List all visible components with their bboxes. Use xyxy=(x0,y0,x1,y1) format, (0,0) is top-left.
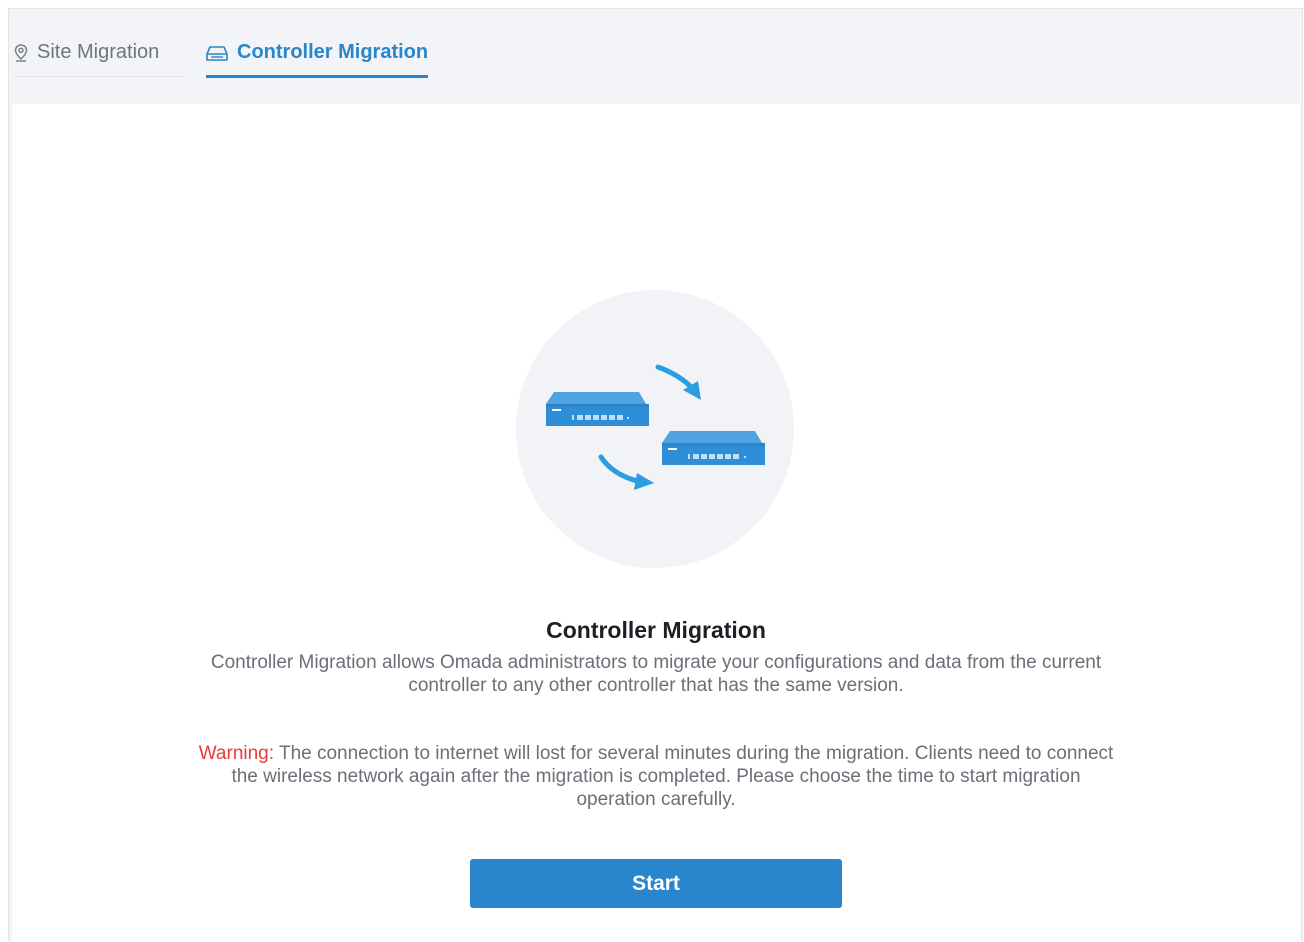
tab-divider xyxy=(14,76,186,77)
start-button[interactable]: Start xyxy=(470,859,842,908)
warning-text: The connection to internet will lost for… xyxy=(231,743,1114,810)
controller-device-icon xyxy=(206,44,228,68)
page-title: Controller Migration xyxy=(546,617,766,643)
controller-migration-illustration xyxy=(515,289,795,569)
description-text: Controller Migration allows Omada admini… xyxy=(210,652,1102,696)
tab-bar: Site Migration Controller Migration xyxy=(9,9,1302,104)
tab-controller-migration-label: Controller Migration xyxy=(237,41,429,63)
warning-message: Warning: The connection to internet will… xyxy=(192,742,1120,811)
tab-site-migration-label: Site Migration xyxy=(37,41,160,63)
tab-site-migration[interactable]: Site Migration xyxy=(14,41,159,79)
location-pin-icon xyxy=(14,44,28,68)
warning-label: Warning: xyxy=(198,743,275,764)
tab-controller-migration[interactable]: Controller Migration xyxy=(206,41,429,78)
migration-page: Site Migration Controller Migration Cont… xyxy=(8,8,1303,942)
content-panel: Controller Migration Controller Migratio… xyxy=(12,104,1300,942)
